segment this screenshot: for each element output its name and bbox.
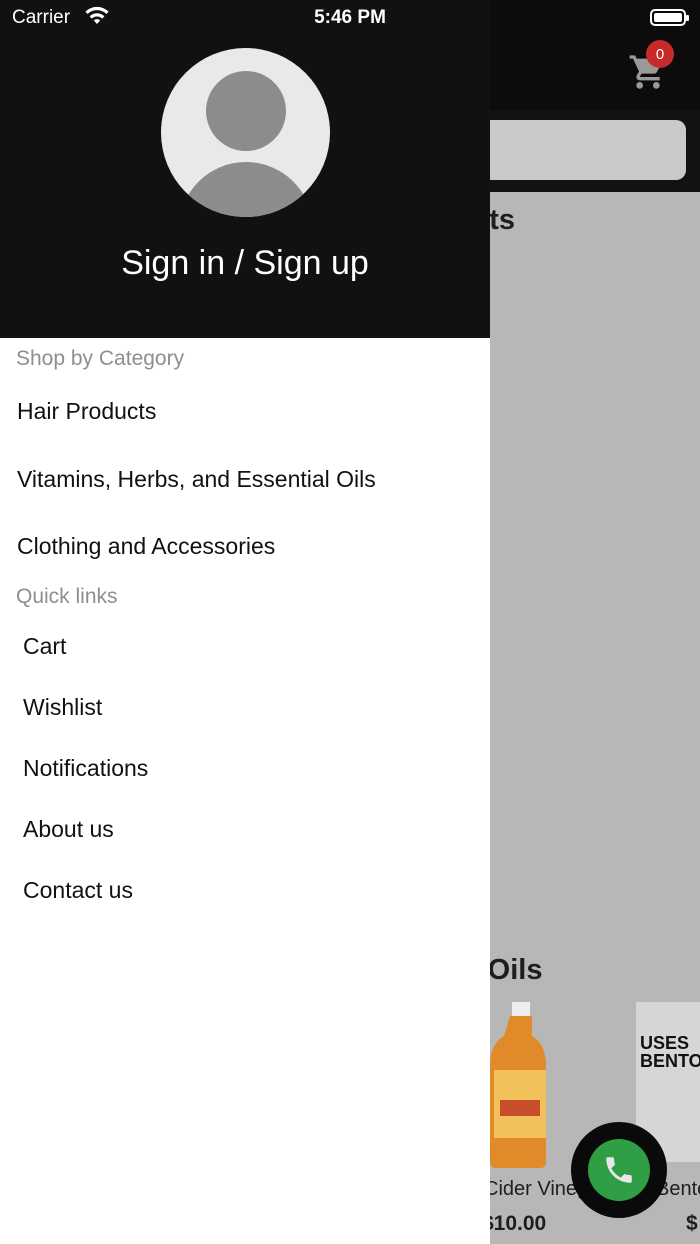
navigation-drawer: Sign in / Sign up Shop by Category Hair … xyxy=(0,0,490,1244)
whatsapp-button[interactable] xyxy=(571,1122,667,1218)
product-image-text: USES BENTO xyxy=(640,1033,700,1071)
avatar-body xyxy=(179,162,313,217)
avatar[interactable] xyxy=(161,48,330,217)
quick-link-cart[interactable]: Cart xyxy=(23,633,66,660)
category-clothing-accessories[interactable]: Clothing and Accessories xyxy=(17,533,275,560)
shop-by-category-heading: Shop by Category xyxy=(16,347,185,370)
product-price: $10.00 xyxy=(482,1212,547,1235)
clock: 5:46 PM xyxy=(314,7,386,28)
drawer-header: Sign in / Sign up xyxy=(0,0,490,338)
product-price: $ xyxy=(686,1212,698,1235)
quick-link-contact-us[interactable]: Contact us xyxy=(23,877,133,904)
product-image-vinegar[interactable] xyxy=(490,1000,550,1170)
category-vitamins-herbs-oils[interactable]: Vitamins, Herbs, and Essential Oils xyxy=(17,466,376,493)
sign-in-link[interactable]: Sign in / Sign up xyxy=(0,244,490,283)
category-hair-products[interactable]: Hair Products xyxy=(17,398,156,425)
cart-count-badge: 0 xyxy=(646,40,674,68)
quick-links-heading: Quick links xyxy=(16,585,118,608)
status-bar: Carrier 5:46 PM xyxy=(0,0,700,36)
quick-link-about-us[interactable]: About us xyxy=(23,816,114,843)
battery-icon xyxy=(650,9,689,26)
quick-link-wishlist[interactable]: Wishlist xyxy=(23,694,102,721)
search-input[interactable] xyxy=(470,120,686,180)
avatar-head xyxy=(206,71,286,151)
whatsapp-icon xyxy=(588,1139,650,1201)
quick-link-notifications[interactable]: Notifications xyxy=(23,755,148,782)
